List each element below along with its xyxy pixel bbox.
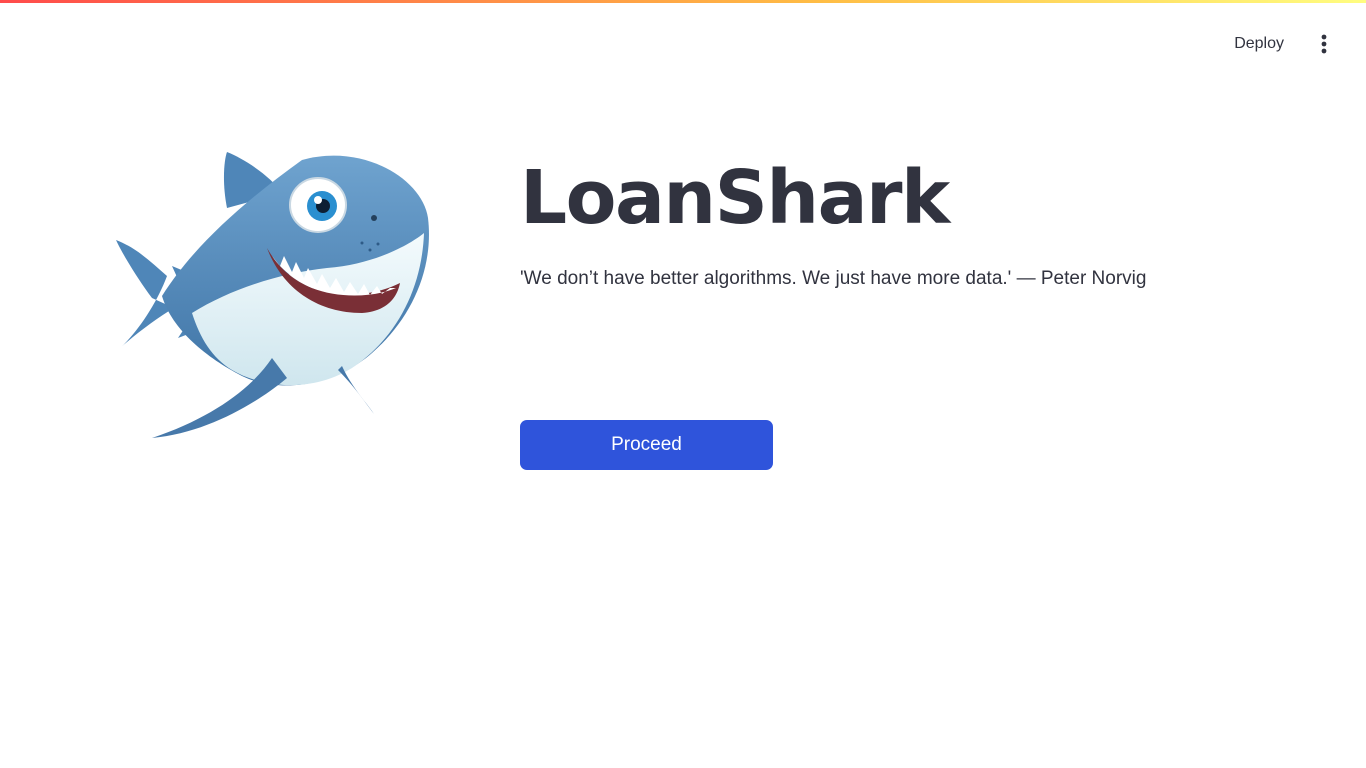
app-toolbar: Deploy bbox=[1226, 28, 1338, 60]
proceed-button[interactable]: Proceed bbox=[520, 420, 773, 470]
deploy-button[interactable]: Deploy bbox=[1226, 29, 1292, 59]
hero-section: LoanShark 'We don’t have better algorith… bbox=[520, 150, 1280, 292]
top-decoration-bar bbox=[0, 0, 1366, 3]
cartoon-shark-icon bbox=[116, 152, 429, 438]
page-title: LoanShark bbox=[520, 155, 950, 241]
quote-text: 'We don’t have better algorithms. We jus… bbox=[520, 268, 1147, 289]
vertical-ellipsis-icon bbox=[1321, 34, 1327, 54]
main-menu-button[interactable] bbox=[1310, 28, 1338, 60]
